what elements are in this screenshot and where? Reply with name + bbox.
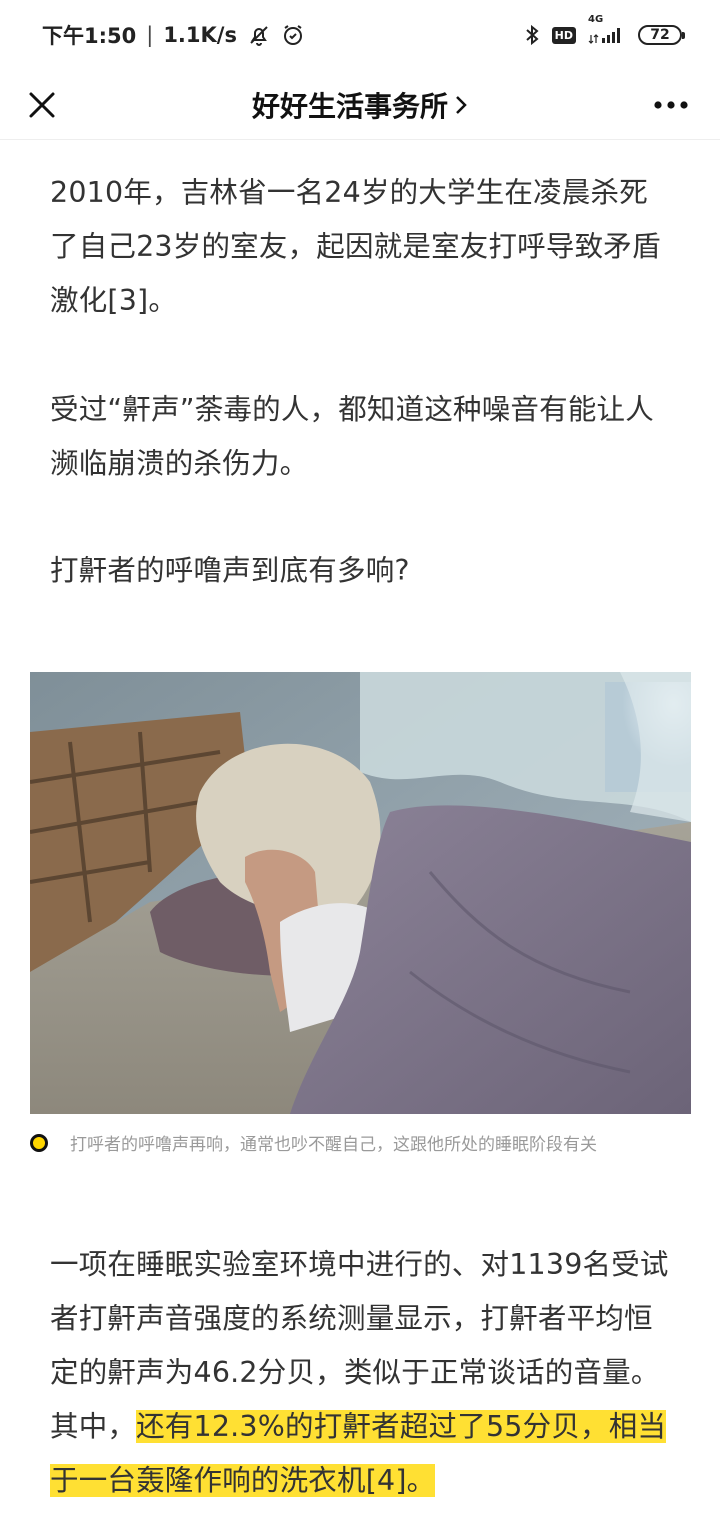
status-right: HD 4G 72 <box>524 14 685 47</box>
close-button[interactable] <box>20 83 64 127</box>
article-image[interactable] <box>30 672 691 1114</box>
net-speed: 1.1K/s <box>163 23 237 47</box>
highlighted-text: 还有12.3%的打鼾者超过了55分贝，相当于一台轰隆作响的洗衣机[4]。 <box>50 1410 667 1497</box>
more-icon <box>654 101 688 109</box>
article-paragraph: 2010年，吉林省一名24岁的大学生在凌晨杀死了自己23岁的室友，起因就是室友打… <box>50 176 661 317</box>
status-time: 下午1:50 <box>42 24 137 48</box>
nav-bar: 好好生活事务所 <box>0 70 720 140</box>
status-separator: | <box>146 23 154 47</box>
account-title-link[interactable]: 好好生活事务所 <box>252 85 468 125</box>
article-paragraph: 打鼾者的呼噜声到底有多响? <box>50 554 410 587</box>
caption-text: 打呼者的呼噜声再响，通常也吵不醒自己，这跟他所处的睡眠阶段有关 <box>70 1135 597 1155</box>
article-paragraph: 受过“鼾声”荼毒的人，都知道这种噪音有能让人濒临崩溃的杀伤力。 <box>50 393 654 480</box>
page-title: 好好生活事务所 <box>251 89 448 123</box>
close-icon <box>29 92 55 118</box>
battery-indicator: 72 <box>638 25 685 45</box>
article-paragraph: 一项在睡眠实验室环境中进行的、对1139名受试者打鼾声音强度的系统测量显示，打鼾… <box>50 1238 675 1508</box>
status-left: 下午1:50 | 1.1K/s <box>42 20 305 50</box>
bluetooth-icon <box>524 23 540 47</box>
image-caption: 打呼者的呼噜声再响，通常也吵不醒自己，这跟他所处的睡眠阶段有关 <box>30 1130 700 1155</box>
mute-bell-icon <box>247 23 271 47</box>
status-bar: 下午1:50 | 1.1K/s HD 4G 72 <box>0 0 720 70</box>
chevron-right-icon <box>456 95 467 114</box>
more-button[interactable] <box>646 83 696 127</box>
alarm-icon <box>281 23 305 47</box>
signal-icon: 4G <box>588 14 626 47</box>
hd-badge: HD <box>551 26 576 44</box>
network-type: 4G <box>588 14 604 25</box>
caption-dot-icon <box>30 1133 48 1152</box>
